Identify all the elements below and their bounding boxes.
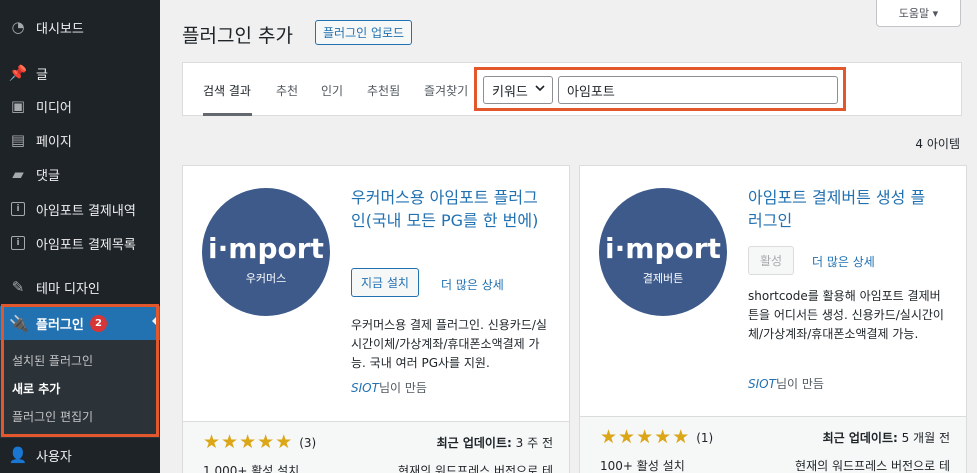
plugin-description: shortcode를 활용해 아임포트 결제버튼을 어디서든 생성. 신용카드/… — [748, 289, 944, 341]
tab-popular[interactable]: 인기 — [321, 82, 343, 99]
sidebar-item-dashboard[interactable]: ◔ 대시보드 — [0, 10, 160, 44]
plugin-title[interactable]: 아임포트 결제버튼 생성 플러그인 — [748, 186, 938, 232]
active-installs: 100+ 활성 설치 — [600, 459, 685, 473]
tab-search-results[interactable]: 검색 결과 — [203, 82, 251, 99]
plugin-card-footer: ★ ★ ★ ★ ★ (3) 1,000+ 활성 설치 최근 업데이트: 3 주 … — [183, 421, 569, 473]
more-details-link[interactable]: 더 많은 상세 — [441, 276, 504, 293]
plugins-highlight-box — [1, 304, 159, 437]
brush-icon: ✎ — [11, 278, 25, 296]
sidebar-item-comments[interactable]: ▰ 댓글 — [0, 157, 160, 191]
pin-icon: 📌 — [8, 64, 28, 82]
active-installs: 1,000+ 활성 설치 — [203, 464, 300, 473]
star-icon: ★ — [275, 431, 293, 453]
plugin-author: SIOT님이 만듬 — [748, 377, 824, 391]
upload-plugin-button[interactable]: 플러그인 업로드 — [315, 20, 413, 45]
search-type-select[interactable]: 키워드 — [483, 76, 553, 104]
plugin-logo[interactable]: i·mport 결제버튼 — [599, 188, 727, 316]
page-icon: ▤ — [10, 131, 26, 149]
chevron-down-icon — [534, 82, 546, 97]
help-button[interactable]: 도움말 ▾ — [876, 0, 961, 27]
plugin-title[interactable]: 우커머스용 아임포트 플러그인(국내 모든 PG를 한 번에) — [351, 186, 541, 232]
media-icon: ▣ — [10, 97, 26, 115]
plugin-card: i·mport 우커머스 우커머스용 아임포트 플러그인(국내 모든 PG를 한… — [182, 165, 570, 473]
user-icon: 👤 — [8, 446, 28, 464]
sidebar-item-iamport-list[interactable]: i 아임포트 결제목록 — [0, 226, 160, 260]
dashboard-icon: ◔ — [11, 18, 25, 36]
author-link[interactable]: SIOT — [351, 381, 379, 395]
comment-icon: ▰ — [12, 165, 24, 183]
rating-count: (1) — [696, 430, 714, 445]
sidebar-item-iamport-history[interactable]: i 아임포트 결제내역 — [0, 192, 160, 226]
plugin-card: i·mport 결제버튼 아임포트 결제버튼 생성 플러그인 활성 더 많은 상… — [579, 165, 967, 473]
active-tab-indicator — [203, 113, 252, 116]
star-icon: ★ — [221, 431, 239, 453]
star-icon: ★ — [618, 426, 636, 448]
star-icon: ★ — [672, 426, 690, 448]
main-content: 도움말 ▾ 플러그인 추가 플러그인 업로드 검색 결과 추천 인기 추천됨 즐… — [160, 0, 977, 473]
admin-sidebar: ◔ 대시보드 📌 글 ▣ 미디어 ▤ 페이지 ▰ 댓글 i 아임포트 결제내역 … — [0, 0, 160, 473]
star-icon: ★ — [600, 426, 618, 448]
page-title: 플러그인 추가 — [182, 25, 293, 47]
sidebar-item-appearance[interactable]: ✎ 테마 디자인 — [0, 270, 160, 304]
sidebar-item-posts[interactable]: 📌 글 — [0, 56, 160, 90]
tab-featured[interactable]: 추천 — [276, 82, 298, 99]
iamport-icon: i — [9, 200, 27, 218]
install-now-button[interactable]: 지금 설치 — [351, 268, 419, 297]
tab-favorites[interactable]: 즐겨찾기 — [424, 82, 468, 99]
plugin-description: 우커머스용 결제 플러그인. 신용카드/실시간이체/가상계좌/휴대폰소액결제 가… — [351, 318, 547, 370]
compatibility-note: 현재의 워드프레스 버전으로 테 — [795, 459, 950, 473]
last-updated: 최근 업데이트: 3 주 전 — [436, 436, 553, 450]
tab-recommended[interactable]: 추천됨 — [367, 82, 400, 99]
author-link[interactable]: SIOT — [748, 377, 776, 391]
item-count: 4 아이템 — [915, 137, 960, 151]
plugin-logo[interactable]: i·mport 우커머스 — [202, 188, 330, 316]
iamport-icon: i — [9, 234, 27, 252]
search-input[interactable] — [558, 76, 838, 104]
sidebar-item-users[interactable]: 👤 사용자 — [0, 438, 160, 472]
star-icon: ★ — [257, 431, 275, 453]
sidebar-item-pages[interactable]: ▤ 페이지 — [0, 123, 160, 157]
more-details-link[interactable]: 더 많은 상세 — [812, 253, 875, 270]
star-icon: ★ — [203, 431, 221, 453]
star-rating: ★ ★ ★ ★ ★ (1) — [600, 428, 713, 447]
star-icon: ★ — [239, 431, 257, 453]
compatibility-note: 현재의 워드프레스 버전으로 테 — [398, 464, 553, 473]
star-icon: ★ — [654, 426, 672, 448]
sidebar-item-media[interactable]: ▣ 미디어 — [0, 89, 160, 123]
plugin-card-footer: ★ ★ ★ ★ ★ (1) 100+ 활성 설치 최근 업데이트: 5 개월 전… — [580, 416, 966, 473]
star-icon: ★ — [636, 426, 654, 448]
star-rating: ★ ★ ★ ★ ★ (3) — [203, 433, 316, 452]
plugin-author: SIOT님이 만듬 — [351, 381, 427, 395]
last-updated: 최근 업데이트: 5 개월 전 — [822, 431, 950, 445]
rating-count: (3) — [299, 435, 317, 450]
active-status-button: 활성 — [748, 246, 795, 275]
